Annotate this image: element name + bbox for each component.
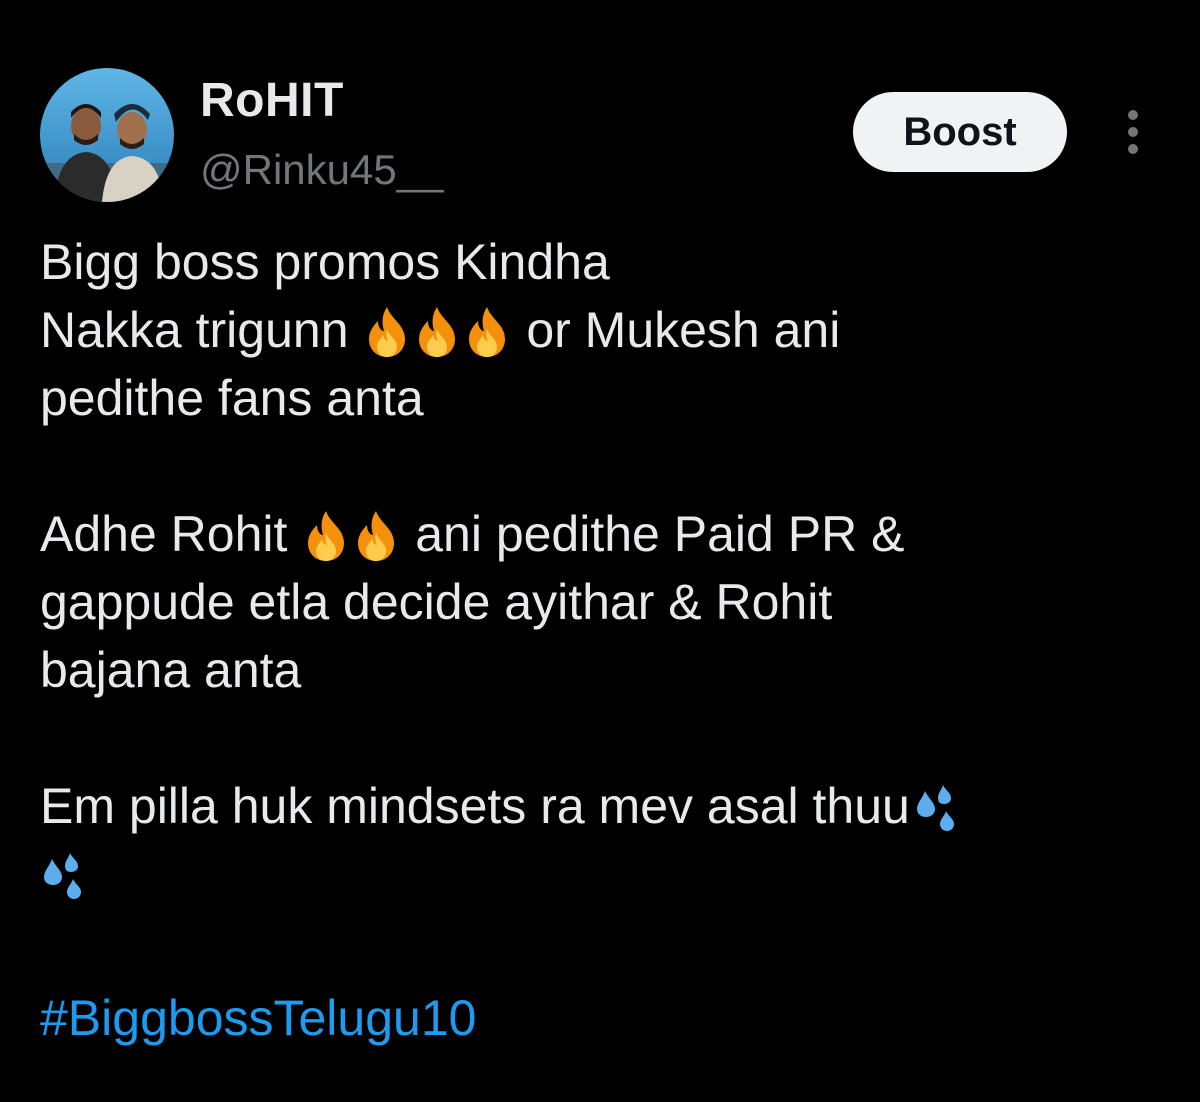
text-line: pedithe fans anta xyxy=(40,370,424,426)
post: RoHIT @Rinku45__ Boost Bigg boss promos … xyxy=(0,0,1200,1102)
sweat-droplets-emoji xyxy=(40,849,84,903)
text-line: Nakka trigunn or Mukesh ani xyxy=(40,296,1170,364)
post-text: Bigg boss promos Kindha Nakka trigunn or… xyxy=(40,228,1170,908)
boost-button[interactable]: Boost xyxy=(853,92,1067,172)
text-line: Adhe Rohit ani pedithe Paid PR & xyxy=(40,500,1170,568)
text-segment: Em pilla huk mindsets ra mev asal thuu xyxy=(40,778,910,834)
avatar[interactable] xyxy=(40,68,174,202)
fire-emoji xyxy=(465,305,509,359)
text-line: gappude etla decide ayithar & Rohit xyxy=(40,574,833,630)
text-line: bajana anta xyxy=(40,642,302,698)
text-segment: or Mukesh ani xyxy=(526,302,841,358)
fire-emoji xyxy=(304,509,348,563)
hashtag-link[interactable]: #BiggbossTelugu10 xyxy=(40,984,476,1052)
post-paragraph: Adhe Rohit ani pedithe Paid PR & gappude… xyxy=(40,500,1170,704)
display-name[interactable]: RoHIT xyxy=(200,72,344,130)
post-paragraph: Bigg boss promos Kindha Nakka trigunn or… xyxy=(40,228,1170,432)
text-line: Em pilla huk mindsets ra mev asal thuu xyxy=(40,772,1170,840)
sweat-droplets-emoji xyxy=(913,781,957,835)
fire-emoji xyxy=(354,509,398,563)
text-line xyxy=(40,840,1170,908)
fire-emoji xyxy=(415,305,459,359)
user-handle[interactable]: @Rinku45__ xyxy=(200,144,443,196)
fire-emoji xyxy=(365,305,409,359)
post-paragraph: Em pilla huk mindsets ra mev asal thuu xyxy=(40,772,1170,908)
text-segment: Nakka trigunn xyxy=(40,302,349,358)
more-options-button[interactable] xyxy=(1113,106,1153,158)
text-line: Bigg boss promos Kindha xyxy=(40,234,610,290)
text-segment: Adhe Rohit xyxy=(40,506,288,562)
text-segment: ani pedithe Paid PR & xyxy=(415,506,905,562)
avatar-image xyxy=(40,68,174,202)
